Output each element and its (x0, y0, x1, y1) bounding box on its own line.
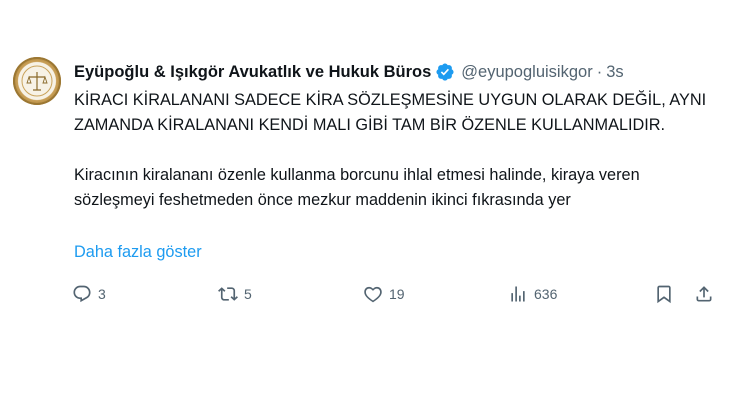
avatar[interactable] (13, 57, 61, 105)
share-icon (696, 286, 712, 302)
tweet-text: KİRACI KİRALANANI SADECE KİRA SÖZLEŞMESİ… (74, 88, 714, 213)
tweet-actions: 3 5 19 636 (72, 281, 717, 307)
separator-dot: · (596, 62, 603, 81)
repost-count: 5 (244, 286, 252, 302)
reply-count: 3 (98, 286, 106, 302)
account-name[interactable]: Eyüpoğlu & Işıkgör Avukatlık ve Hukuk Bü… (74, 63, 431, 82)
reply-icon (73, 285, 91, 303)
tweet-header: Eyüpoğlu & Işıkgör Avukatlık ve Hukuk Bü… (74, 60, 720, 84)
bookmark-icon (657, 285, 671, 304)
reply-button[interactable]: 3 (72, 281, 106, 307)
bookmark-button[interactable] (654, 281, 674, 307)
heart-icon (364, 286, 382, 303)
tweet-paragraph-2: Kiracının kiralananı özenle kullanma bor… (74, 166, 640, 209)
scales-logo-icon (21, 65, 53, 97)
like-button[interactable]: 19 (363, 281, 405, 307)
view-count: 636 (534, 286, 558, 302)
repost-button[interactable]: 5 (218, 281, 252, 307)
tweet-card[interactable]: Eyüpoğlu & Işıkgör Avukatlık ve Hukuk Bü… (0, 0, 730, 420)
bar-chart-icon (511, 286, 525, 302)
tweet-paragraph-1: KİRACI KİRALANANI SADECE KİRA SÖZLEŞMESİ… (74, 91, 707, 134)
show-more-link[interactable]: Daha fazla göster (74, 240, 202, 265)
verified-badge-icon[interactable] (435, 62, 455, 82)
account-handle[interactable]: @eyupogluisikgor (461, 63, 592, 82)
repost-icon (218, 287, 238, 301)
tweet-timestamp[interactable]: 3s (606, 63, 623, 82)
share-button[interactable] (694, 281, 714, 307)
views-button[interactable]: 636 (508, 281, 557, 307)
like-count: 19 (389, 286, 405, 302)
